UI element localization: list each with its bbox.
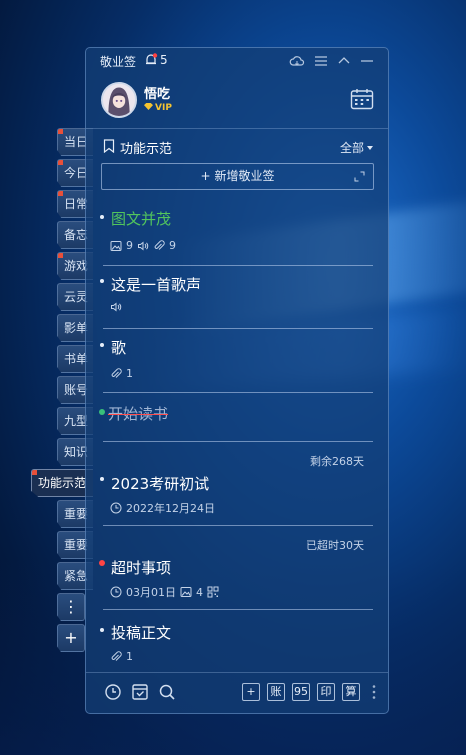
image-icon <box>180 587 192 597</box>
calculator-button[interactable]: 算 <box>342 683 360 701</box>
quick-95-button[interactable]: 95 <box>292 683 310 701</box>
note-meta <box>110 301 122 313</box>
avatar[interactable] <box>101 82 137 118</box>
countdown-label: 已超时30天 <box>306 539 364 552</box>
bell-icon[interactable] <box>144 53 158 67</box>
calendar-icon[interactable] <box>350 88 374 110</box>
title-bar[interactable]: 敬业签 5 <box>86 48 388 74</box>
reminder-date: 2022年12月24日 <box>126 502 215 515</box>
note-title: 图文并茂 <box>111 210 172 228</box>
diamond-icon <box>144 103 153 110</box>
filter-label: 全部 <box>339 141 364 155</box>
separator <box>103 265 373 266</box>
clock-icon[interactable] <box>104 683 122 701</box>
attachment-icon <box>111 367 122 378</box>
bullet <box>100 477 104 481</box>
bullet <box>100 343 104 347</box>
image-count: 9 <box>126 239 133 252</box>
tab-marker <box>58 129 63 134</box>
search-icon[interactable] <box>158 683 176 701</box>
note-meta: 1 <box>110 367 133 380</box>
list-title: 功能示范 <box>120 142 173 157</box>
bullet <box>100 628 104 632</box>
attachment-count: 1 <box>126 367 133 380</box>
inbox-check-icon[interactable] <box>131 683 149 701</box>
add-button[interactable]: + <box>242 683 260 701</box>
bottom-toolbar: + 账 95 印 算 <box>86 671 388 713</box>
tab-marker <box>58 191 63 196</box>
more-vertical-icon[interactable] <box>365 683 383 701</box>
audio-icon <box>138 240 149 251</box>
notification-count: 5 <box>160 53 168 67</box>
tab-marker <box>32 470 37 475</box>
image-icon <box>110 240 122 251</box>
category-tab-active[interactable]: 功能示范 <box>31 469 93 497</box>
separator <box>103 525 373 526</box>
clock-icon <box>110 502 122 514</box>
attachment-icon <box>154 239 165 250</box>
note-title: 这是一首歌声 <box>111 276 202 294</box>
tab-marker <box>58 253 63 258</box>
app-name: 敬业签 <box>100 55 137 69</box>
minimize-icon[interactable] <box>359 53 375 69</box>
reminder-date: 03月01日 <box>126 586 176 599</box>
user-row: 悟吃 VIP <box>86 74 388 126</box>
attachment-icon <box>111 650 122 661</box>
separator <box>103 609 373 610</box>
note-title: 超时事项 <box>111 559 172 577</box>
audio-icon <box>111 302 122 312</box>
cloud-sync-icon[interactable] <box>289 53 305 69</box>
separator <box>103 441 373 442</box>
qr-code-icon <box>207 586 219 598</box>
overdue-dot <box>99 560 105 566</box>
vip-badge: VIP <box>144 103 172 113</box>
clock-icon <box>110 586 122 598</box>
list-header: 功能示范 全部 <box>86 136 388 158</box>
notes-panel: 敬业签 5 悟吃 VIP 功能示范 全部 + 新增敬业签 图文并茂 9 9 这是… <box>85 47 389 714</box>
bookmark-icon <box>103 139 115 153</box>
add-note-button[interactable]: + 新增敬业签 <box>101 163 374 190</box>
note-title: 歌 <box>111 339 127 357</box>
note-title: 开始读书 <box>108 405 169 423</box>
print-button[interactable]: 印 <box>317 683 335 701</box>
filter-dropdown[interactable]: 全部 <box>340 139 373 156</box>
attachment-count: 1 <box>126 650 133 663</box>
bullet <box>100 215 104 219</box>
attachment-count: 9 <box>169 239 176 252</box>
image-count: 4 <box>196 585 203 599</box>
tab-marker <box>58 160 63 165</box>
category-tab-label: 功能示范 <box>38 476 87 490</box>
countdown-label: 剩余268天 <box>310 455 364 468</box>
note-meta: 2022年12月24日 <box>110 500 215 516</box>
note-title: 投稿正文 <box>111 624 172 642</box>
add-category-button[interactable]: + <box>57 624 85 652</box>
separator <box>103 328 373 329</box>
bullet <box>100 279 104 283</box>
divider <box>86 128 388 129</box>
vip-label: VIP <box>155 103 172 113</box>
note-title: 2023考研初试 <box>111 475 210 493</box>
separator <box>103 392 373 393</box>
status-dot <box>99 409 105 415</box>
ledger-button[interactable]: 账 <box>267 683 285 701</box>
note-meta: 9 9 <box>110 239 176 252</box>
collapse-icon[interactable] <box>336 53 352 69</box>
plus-icon: + <box>200 169 211 183</box>
chevron-down-icon <box>367 146 373 150</box>
more-tabs-button[interactable]: ⋮ <box>57 593 85 621</box>
add-note-label: 新增敬业签 <box>214 169 275 183</box>
note-meta: 03月01日 4 <box>110 584 219 600</box>
note-meta: 1 <box>110 650 133 663</box>
username: 悟吃 <box>144 87 171 102</box>
menu-icon[interactable] <box>313 53 329 69</box>
expand-icon[interactable] <box>354 171 365 182</box>
